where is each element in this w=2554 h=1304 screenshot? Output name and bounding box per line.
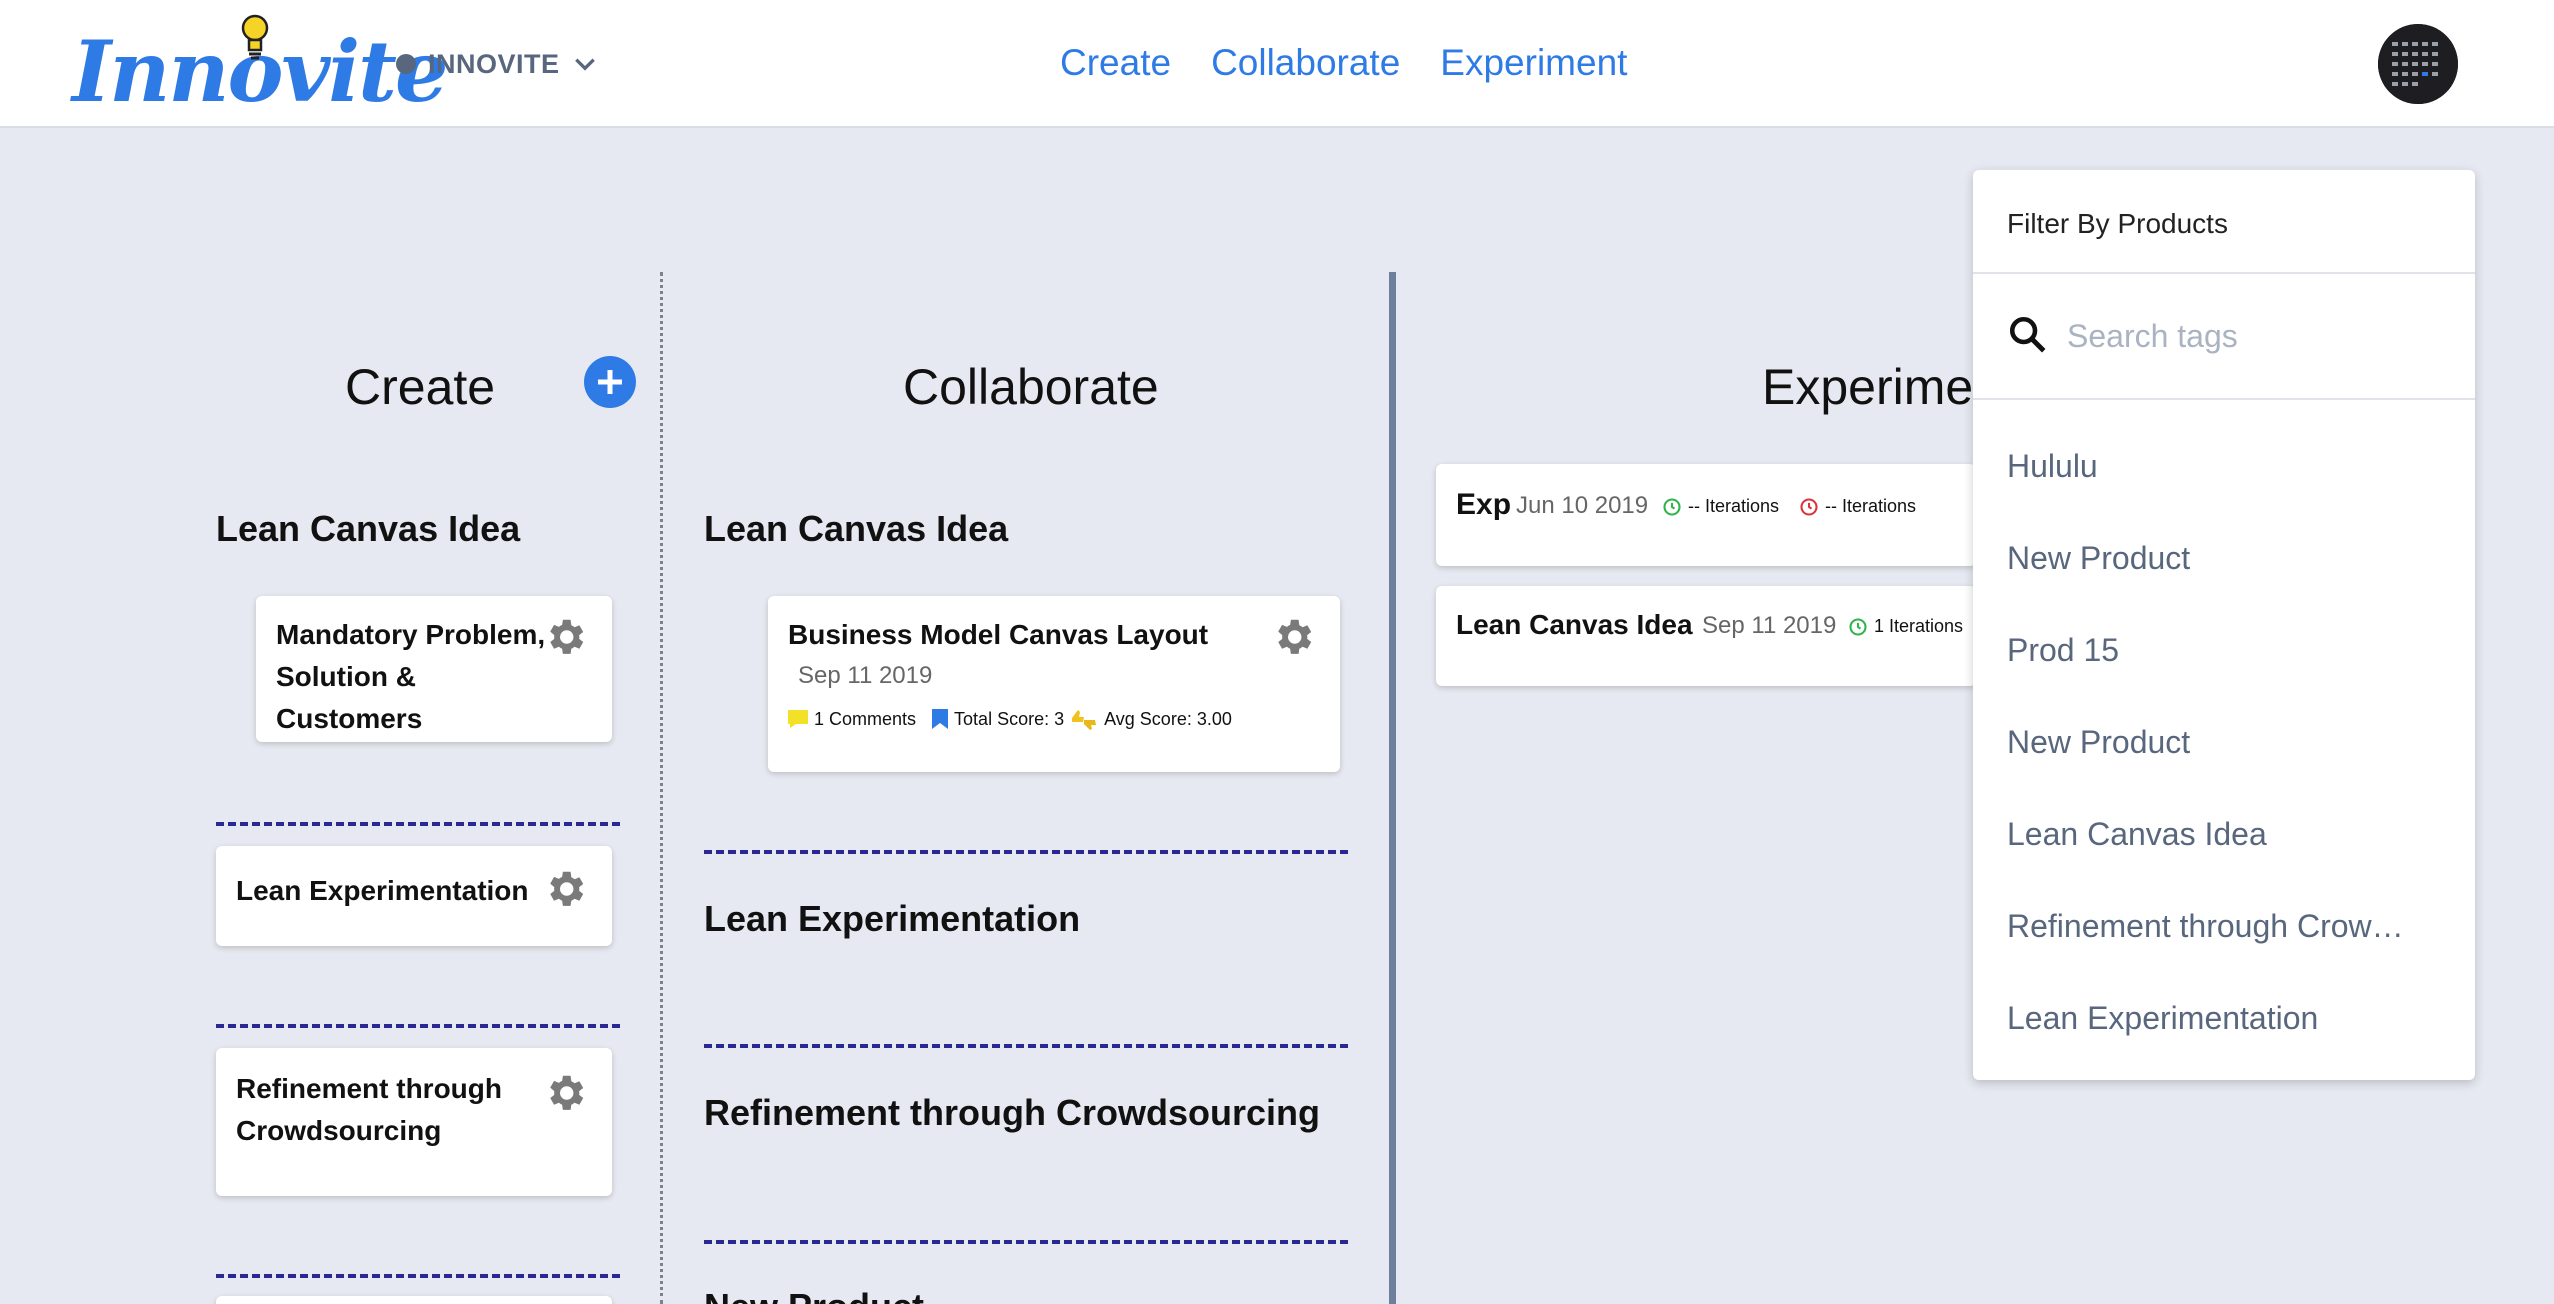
bookmark-icon — [932, 709, 949, 729]
search-tags-input[interactable] — [2067, 310, 2447, 362]
calendar-avatar-image — [2378, 24, 2458, 104]
iterations-count: -- Iterations — [1825, 496, 1917, 516]
card-title: Mandatory Problem, Solution & Customers — [276, 619, 546, 734]
filter-item-hululu[interactable]: Hululu — [2007, 444, 2447, 488]
filter-item-prod-15[interactable]: Prod 15 — [2007, 628, 2447, 672]
filter-item-new-product-2[interactable]: New Product — [2007, 720, 2447, 764]
create-column-title: Create — [345, 359, 496, 415]
card-title: Exp — [1456, 488, 1512, 521]
gear-icon[interactable] — [542, 866, 588, 912]
chevron-down-icon — [574, 58, 595, 71]
filter-item-lean-canvas-idea[interactable]: Lean Canvas Idea — [2007, 812, 2447, 856]
user-avatar[interactable] — [2378, 24, 2458, 104]
thumbs-icon — [1072, 710, 1097, 730]
collab-card-business-model[interactable]: Business Model Canvas Layout Sep 11 2019… — [768, 596, 1340, 772]
history-icon — [1800, 497, 1818, 516]
comment-icon — [788, 710, 808, 728]
section-divider — [704, 850, 1348, 854]
card-title: Refinement through Crowdsourcing — [236, 1073, 502, 1146]
card-date: Sep 11 2019 — [798, 662, 933, 689]
plus-icon — [598, 370, 622, 394]
gear-icon[interactable] — [542, 1070, 588, 1116]
iteration-stats: -- Iterations -- Iterations — [1662, 496, 1916, 517]
section-divider — [216, 822, 620, 826]
create-card-partial[interactable] — [216, 1296, 612, 1304]
filter-item-lean-experimentation[interactable]: Lean Experimentation — [2007, 996, 2447, 1040]
history-icon — [1663, 497, 1681, 516]
gear-icon[interactable] — [542, 614, 588, 660]
create-card-lean-experimentation[interactable]: Lean Experimentation — [216, 846, 612, 946]
card-date: Jun 10 2019 — [1516, 492, 1649, 519]
search-icon — [2009, 316, 2046, 353]
section-divider — [216, 1274, 620, 1278]
nav-collaborate[interactable]: Collaborate — [1211, 42, 1400, 84]
nav-experiment[interactable]: Experiment — [1440, 42, 1627, 84]
section-divider — [704, 1240, 1348, 1244]
filter-search — [1973, 274, 2475, 400]
filter-item-refinement[interactable]: Refinement through Crow… — [2007, 904, 2447, 948]
workspace-selector[interactable]: INNOVITE — [396, 48, 598, 80]
card-stats: 1 Comments Total Score: 3 Avg Score: 3.0… — [788, 708, 1232, 730]
collab-section-lean-experimentation: Lean Experimentation — [704, 898, 1081, 939]
history-icon — [1849, 617, 1867, 636]
collaborate-column-title: Collaborate — [903, 359, 1159, 415]
iterations-count: 1 Iterations — [1874, 616, 1964, 636]
add-idea-button[interactable] — [584, 356, 636, 408]
exp-card-lean-canvas[interactable]: Lean Canvas Idea Sep 11 2019 1 Iteration… — [1436, 586, 1976, 686]
section-divider — [216, 1024, 620, 1028]
nav-create[interactable]: Create — [1060, 42, 1171, 84]
main-nav: Create Collaborate Experiment — [1060, 42, 1627, 84]
filter-title: Filter By Products — [2007, 208, 2228, 239]
card-date: Sep 11 2019 — [1702, 612, 1837, 639]
innovite-logo[interactable]: Innovite — [72, 14, 448, 121]
workspace-name: INNOVITE — [428, 48, 560, 79]
iterations-count: -- Iterations — [1688, 496, 1780, 516]
filter-dropdown: Filter By Products Hululu New Product Pr… — [1973, 170, 2475, 1080]
column-separator — [1389, 272, 1396, 1304]
total-score: Total Score: 3 — [954, 708, 1065, 729]
card-title: Business Model Canvas Layout — [788, 619, 1209, 650]
collab-section-new-product: New Product — [704, 1286, 924, 1304]
section-divider — [704, 1044, 1348, 1048]
experiment-column-title: Experiment — [1762, 359, 1972, 415]
collab-section-lean-canvas: Lean Canvas Idea — [704, 508, 1009, 549]
collab-section-refinement: Refinement through Crowdsourcing — [704, 1092, 1320, 1133]
card-title: Lean Experimentation — [236, 875, 529, 906]
create-card-refinement[interactable]: Refinement through Crowdsourcing — [216, 1048, 612, 1196]
column-separator — [660, 272, 663, 1304]
exp-card-exp[interactable]: Exp Jun 10 2019 -- Iterations -- Iterati… — [1436, 464, 1976, 566]
gear-icon[interactable] — [1270, 614, 1316, 660]
status-dot — [396, 54, 416, 74]
filter-item-new-product[interactable]: New Product — [2007, 536, 2447, 580]
top-header: Innovite INNOVITE Create Collaborate Exp… — [0, 0, 2554, 128]
card-title: Lean Canvas Idea — [1456, 609, 1693, 640]
avg-score: Avg Score: 3.00 — [1104, 708, 1232, 729]
iteration-stats: 1 Iterations — [1848, 616, 1963, 637]
create-section-lean-canvas: Lean Canvas Idea — [216, 508, 521, 549]
create-card-mandatory[interactable]: Mandatory Problem, Solution & Customers — [256, 596, 612, 742]
comments-count: 1 Comments — [814, 708, 917, 729]
filter-header: Filter By Products — [1973, 170, 2475, 274]
lightbulb-icon — [241, 14, 269, 60]
